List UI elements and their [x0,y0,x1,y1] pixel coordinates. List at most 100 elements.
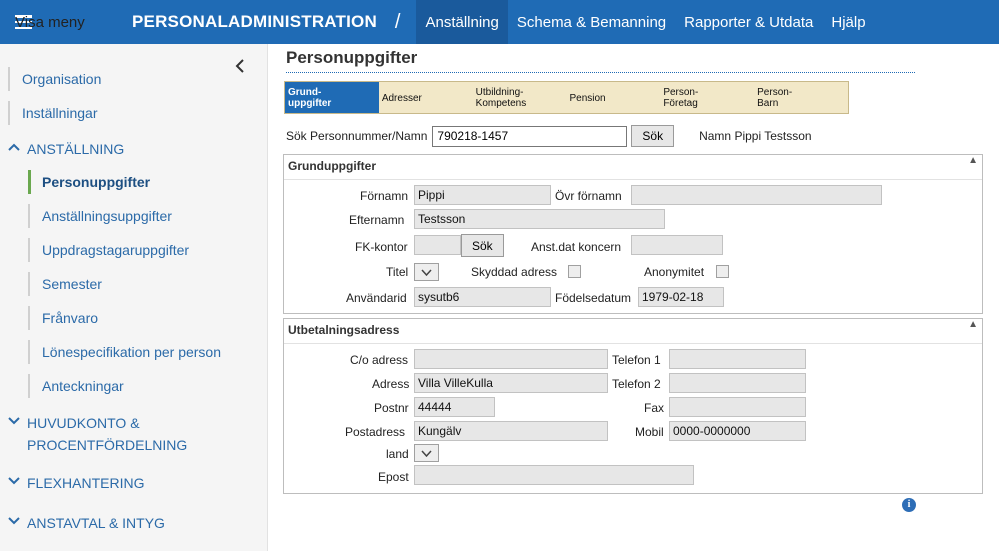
person-name-info: Namn Pippi Testsson [699,129,812,143]
nav-hjalp[interactable]: Hjälp [822,0,874,44]
anst-dat-field[interactable] [631,235,723,255]
fornamn-field[interactable]: Pippi [414,185,551,205]
collapse-panel-icon[interactable]: ▲ [968,155,978,166]
fodelsedatum-label: Födelsedatum [555,291,632,305]
tab-label: Person- [757,87,793,98]
section-label: ANSTÄLLNING [27,141,125,157]
epost-label: Epost [378,470,409,484]
adress-field[interactable]: Villa VilleKulla [414,373,608,393]
anvandarid-field[interactable]: sysutb6 [414,287,551,307]
sidebar-section-huvudkonto[interactable]: HUVUDKONTO & PROCENTFÖRDELNING [8,412,187,456]
sidebar-item-personuppgifter[interactable]: Personuppgifter [28,170,150,194]
tab-label: Person- [663,87,699,98]
epost-field[interactable] [414,465,694,485]
panel-divider [284,343,982,344]
chevron-down-icon [8,517,20,525]
fax-field[interactable] [669,397,806,417]
sidebar-item-uppdragstagaruppgifter[interactable]: Uppdragstagaruppgifter [28,238,189,262]
sidebar: Organisation Inställningar ANSTÄLLNING P… [0,44,268,551]
tab-utbildning-kompetens[interactable]: Utbildning- Kompetens [473,82,567,113]
sidebar-item-franvaro[interactable]: Frånvaro [28,306,98,330]
collapse-sidebar-icon[interactable] [234,58,246,79]
collapse-panel-icon[interactable]: ▲ [968,319,978,330]
adress-label: Adress [372,377,410,391]
show-menu-button[interactable]: Visa meny [0,0,120,44]
main-nav: Anställning Schema & Bemanning Rapporter… [416,0,874,44]
tab-person-barn[interactable]: Person- Barn [754,82,848,113]
top-bar: Visa meny PERSONALADMINISTRATION / Anstä… [0,0,999,44]
fornamn-label: Förnamn [360,189,409,203]
chevron-down-icon [421,268,432,276]
ovr-fornamn-label: Övr förnamn [555,189,622,203]
search-row: Sök Personnummer/Namn Sök Namn Pippi Tes… [286,125,812,147]
titel-select[interactable] [414,263,439,281]
nav-rapporter-utdata[interactable]: Rapporter & Utdata [675,0,822,44]
tab-grunduppgifter[interactable]: Grund-uppgifter [285,82,379,113]
panel-title: Grunduppgifter [288,159,376,173]
anst-dat-label: Anst.dat koncern [531,240,622,254]
land-label: land [386,447,409,461]
search-input[interactable] [432,125,628,147]
tab-bar: Grund-uppgifter Adresser Utbildning- Komp… [284,81,849,114]
fk-kontor-search-button[interactable]: Sök [461,234,504,257]
postnr-field[interactable]: 44444 [414,397,495,417]
postnr-label: Postnr [374,401,409,415]
ovr-fornamn-field[interactable] [631,185,882,205]
tab-label: uppgifter [288,98,332,109]
mobil-label: Mobil [635,425,664,439]
efternamn-label: Efternamn [349,213,405,227]
anonymitet-label: Anonymitet [644,265,705,279]
fk-kontor-label: FK-kontor [355,240,408,254]
section-label-line2: PROCENTFÖRDELNING [27,437,188,453]
section-label: FLEXHANTERING [27,475,145,491]
show-menu-label: Visa meny [15,13,85,31]
fax-label: Fax [644,401,665,415]
tab-label: Pension [569,93,606,104]
land-select[interactable] [414,444,439,462]
tab-adresser[interactable]: Adresser [379,82,473,113]
panel-utbetalningsadress: Utbetalningsadress ▲ C/o adress Telefon … [283,318,983,494]
sidebar-item-anstallningsuppgifter[interactable]: Anställningsuppgifter [28,204,172,228]
mobil-field[interactable]: 0000-0000000 [669,421,806,441]
skyddad-adress-checkbox[interactable] [568,265,581,278]
fodelsedatum-field[interactable]: 1979-02-18 [638,287,724,307]
sidebar-section-anstavtal[interactable]: ANSTAVTAL & INTYG [8,512,165,534]
tab-label: Kompetens [475,98,527,109]
efternamn-field[interactable]: Testsson [414,209,665,229]
panel-title: Utbetalningsadress [288,323,400,337]
skyddad-adress-label: Skyddad adress [471,265,558,279]
section-label: HUVUDKONTO & PROCENTFÖRDELNING [27,412,187,456]
chevron-down-icon [8,477,20,485]
sidebar-item-lonespecifikation[interactable]: Lönespecifikation per person [28,340,221,364]
title-divider [286,72,915,73]
nav-anstallning[interactable]: Anställning [416,0,508,44]
tab-label: Utbildning- [475,87,524,98]
postadress-label: Postadress [345,425,406,439]
chevron-down-icon [8,417,20,425]
name-label: Namn [699,129,732,143]
panel-divider [284,179,982,180]
title-separator: / [394,10,401,33]
sidebar-item-organisation[interactable]: Organisation [8,67,101,91]
sidebar-section-anstallning[interactable]: ANSTÄLLNING [8,138,124,160]
nav-schema-bemanning[interactable]: Schema & Bemanning [508,0,675,44]
sidebar-item-installningar[interactable]: Inställningar [8,101,98,125]
sidebar-section-flexhantering[interactable]: FLEXHANTERING [8,472,144,494]
telefon2-field[interactable] [669,373,806,393]
section-label: ANSTAVTAL & INTYG [27,515,165,531]
app-title: PERSONALADMINISTRATION [132,12,377,31]
tab-pension[interactable]: Pension [566,82,660,113]
telefon2-label: Telefon 2 [612,377,661,391]
name-value: Pippi Testsson [734,129,812,143]
tab-person-foretag[interactable]: Person- Företag [660,82,754,113]
telefon1-field[interactable] [669,349,806,369]
sidebar-item-anteckningar[interactable]: Anteckningar [28,374,124,398]
co-adress-label: C/o adress [350,353,409,367]
info-icon[interactable]: i [902,498,916,512]
sidebar-item-semester[interactable]: Semester [28,272,102,296]
fk-kontor-field[interactable] [414,235,461,255]
search-button[interactable]: Sök [631,125,675,147]
anonymitet-checkbox[interactable] [716,265,729,278]
co-adress-field[interactable] [414,349,608,369]
postadress-field[interactable]: Kungälv [414,421,608,441]
